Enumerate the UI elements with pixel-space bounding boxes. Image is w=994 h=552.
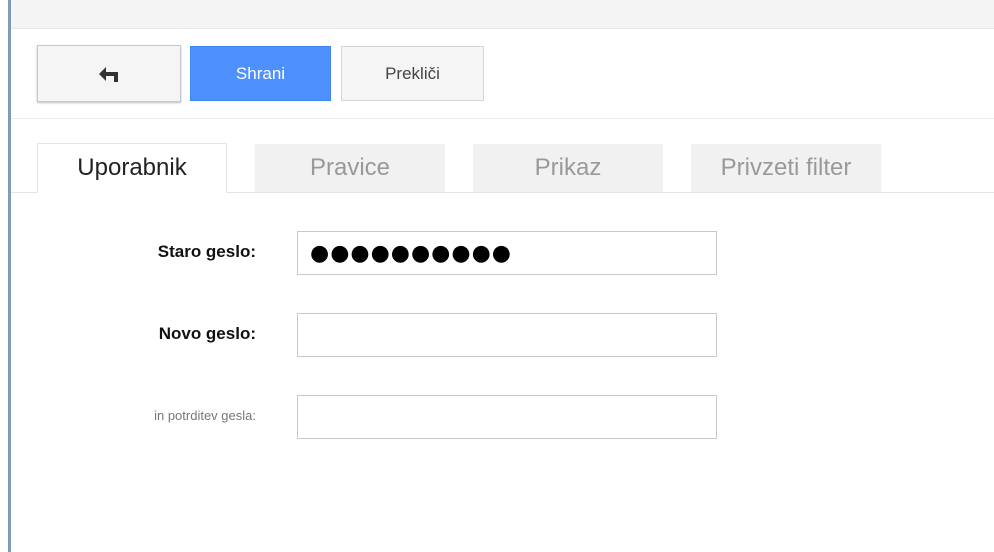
old-password-label: Staro geslo: — [157, 242, 256, 261]
back-button[interactable] — [37, 45, 181, 102]
confirm-password-label: in potrditev gesla: — [154, 408, 256, 423]
new-password-label: Novo geslo: — [158, 324, 256, 343]
back-arrow-icon — [98, 66, 120, 82]
tab-pravice[interactable]: Pravice — [255, 144, 445, 192]
new-password-field[interactable] — [297, 313, 717, 357]
save-button[interactable]: Shrani — [190, 46, 331, 101]
tab-privzeti-filter[interactable]: Privzeti filter — [691, 144, 881, 192]
toolbar-divider — [11, 118, 994, 119]
window-left-border — [8, 0, 11, 552]
cancel-button[interactable]: Prekliči — [341, 46, 484, 101]
tab-prikaz[interactable]: Prikaz — [473, 144, 663, 192]
user-settings-window: Shrani Prekliči Uporabnik Pravice Prikaz… — [0, 0, 994, 552]
confirm-password-field[interactable] — [297, 395, 717, 439]
tab-uporabnik[interactable]: Uporabnik — [37, 143, 227, 193]
top-strip — [11, 0, 994, 29]
old-password-field[interactable] — [297, 231, 717, 275]
